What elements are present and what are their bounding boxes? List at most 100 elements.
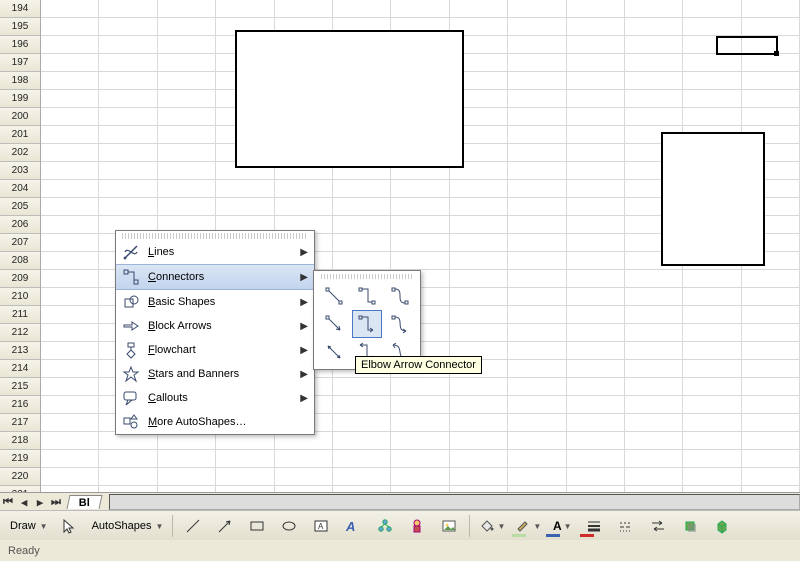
more-autoshapes-icon xyxy=(120,411,142,433)
autoshapes-menu: Lines ▶ Connectors ▶ Basic Shapes ▶ Bloc… xyxy=(115,230,315,435)
row-header[interactable]: 217 xyxy=(0,414,40,432)
3d-style-button[interactable] xyxy=(707,514,737,538)
curved-connector[interactable] xyxy=(385,282,415,310)
shadow-style-button[interactable] xyxy=(675,514,705,538)
select-objects-button[interactable] xyxy=(54,514,84,538)
rectangle-shape[interactable] xyxy=(235,30,464,168)
menu-item-lines[interactable]: Lines ▶ xyxy=(116,240,314,264)
textbox-tool[interactable]: A xyxy=(306,514,336,538)
row-header[interactable]: 203 xyxy=(0,162,40,180)
arrow-icon xyxy=(217,518,233,534)
callouts-icon xyxy=(120,387,142,409)
row-header[interactable]: 200 xyxy=(0,108,40,126)
row-header[interactable]: 213 xyxy=(0,342,40,360)
oval-tool[interactable] xyxy=(274,514,304,538)
row-header[interactable]: 195 xyxy=(0,18,40,36)
menu-grip[interactable] xyxy=(122,233,308,239)
oval-icon xyxy=(281,518,297,534)
lines-icon xyxy=(120,241,142,263)
last-sheet-button[interactable]: ⏭ xyxy=(48,494,64,510)
palette-grip[interactable] xyxy=(321,274,413,279)
selected-cell[interactable] xyxy=(716,36,778,55)
menu-item-connectors[interactable]: Connectors ▶ xyxy=(116,264,314,290)
wordart-tool[interactable]: A xyxy=(338,514,368,538)
row-header[interactable]: 206 xyxy=(0,216,40,234)
dash-style-icon xyxy=(618,518,634,534)
row-header[interactable]: 196 xyxy=(0,36,40,54)
autoshapes-menu-button[interactable]: AutoShapes▼ xyxy=(86,514,168,538)
row-header[interactable]: 194 xyxy=(0,0,40,18)
sheet-tab[interactable]: Bl xyxy=(67,495,103,509)
menu-label-text: asic Shapes xyxy=(155,296,215,308)
fill-color-swatch xyxy=(512,534,526,537)
menu-label-text: lock Arrows xyxy=(155,320,211,332)
row-header[interactable]: 215 xyxy=(0,378,40,396)
row-header[interactable]: 198 xyxy=(0,72,40,90)
menu-label-underline: M xyxy=(148,416,157,428)
rectangle-shape[interactable] xyxy=(661,132,765,266)
row-header[interactable]: 212 xyxy=(0,324,40,342)
clipart-tool[interactable] xyxy=(402,514,432,538)
menu-item-flowchart[interactable]: Flowchart ▶ xyxy=(116,338,314,362)
wordart-icon: A xyxy=(345,518,361,534)
elbow-connector[interactable] xyxy=(352,282,382,310)
elbow-arrow-connector[interactable] xyxy=(352,310,382,338)
prev-sheet-button[interactable]: ◀ xyxy=(16,494,32,510)
drawing-toolbar: Draw▼ AutoShapes▼ A A ▼ ▼ A ▼ xyxy=(0,510,800,542)
row-header[interactable]: 209 xyxy=(0,270,40,288)
horizontal-scrollbar[interactable] xyxy=(109,494,800,510)
row-header[interactable]: 204 xyxy=(0,180,40,198)
submenu-arrow-icon: ▶ xyxy=(296,247,308,258)
row-header[interactable]: 199 xyxy=(0,90,40,108)
line-color-swatch xyxy=(546,534,560,537)
line-tool[interactable] xyxy=(178,514,208,538)
draw-menu-button[interactable]: Draw▼ xyxy=(4,514,52,538)
row-header[interactable]: 216 xyxy=(0,396,40,414)
row-header[interactable]: 211 xyxy=(0,306,40,324)
rectangle-icon xyxy=(249,518,265,534)
menu-item-callouts[interactable]: Callouts ▶ xyxy=(116,386,314,410)
next-sheet-button[interactable]: ▶ xyxy=(32,494,48,510)
straight-connector[interactable] xyxy=(319,282,349,310)
menu-label-text: allouts xyxy=(156,392,188,404)
menu-label-text: onnectors xyxy=(156,271,204,283)
menu-item-more-autoshapes[interactable]: More AutoShapes… xyxy=(116,410,314,434)
shadow-icon xyxy=(682,518,698,534)
menu-label-text: lowchart xyxy=(155,344,196,356)
picture-tool[interactable] xyxy=(434,514,464,538)
row-header[interactable]: 210 xyxy=(0,288,40,306)
menu-label-text: ore AutoShapes… xyxy=(157,416,246,428)
row-header[interactable]: 208 xyxy=(0,252,40,270)
row-header[interactable]: 205 xyxy=(0,198,40,216)
straight-double-arrow-connector[interactable] xyxy=(319,338,349,366)
rectangle-tool[interactable] xyxy=(242,514,272,538)
curved-arrow-connector[interactable] xyxy=(385,310,415,338)
row-header[interactable]: 218 xyxy=(0,432,40,450)
submenu-arrow-icon: ▶ xyxy=(296,369,308,380)
menu-item-stars-banners[interactable]: Stars and Banners ▶ xyxy=(116,362,314,386)
sheet-tab-label: Bl xyxy=(79,497,90,509)
arrow-tool[interactable] xyxy=(210,514,240,538)
row-header[interactable]: 220 xyxy=(0,468,40,486)
row-header[interactable]: 201 xyxy=(0,126,40,144)
menu-label-underline: C xyxy=(148,271,156,283)
row-header[interactable]: 207 xyxy=(0,234,40,252)
straight-arrow-connector[interactable] xyxy=(319,310,349,338)
menu-label-text: tars and Banners xyxy=(155,368,239,380)
row-header[interactable]: 219 xyxy=(0,450,40,468)
dash-style-button[interactable] xyxy=(611,514,641,538)
menu-item-block-arrows[interactable]: Block Arrows ▶ xyxy=(116,314,314,338)
first-sheet-button[interactable]: ⏮ xyxy=(0,494,16,510)
menu-item-basic-shapes[interactable]: Basic Shapes ▶ xyxy=(116,290,314,314)
clipart-icon xyxy=(409,518,425,534)
font-color-swatch xyxy=(580,534,594,537)
row-header[interactable]: 202 xyxy=(0,144,40,162)
diagram-tool[interactable] xyxy=(370,514,400,538)
arrow-style-button[interactable] xyxy=(643,514,673,538)
fill-color-button[interactable]: ▼ xyxy=(475,514,509,538)
row-header[interactable]: 214 xyxy=(0,360,40,378)
brush-icon xyxy=(515,520,531,532)
menu-label-underline: C xyxy=(148,392,156,404)
row-header[interactable]: 197 xyxy=(0,54,40,72)
svg-text:A: A xyxy=(345,519,355,534)
